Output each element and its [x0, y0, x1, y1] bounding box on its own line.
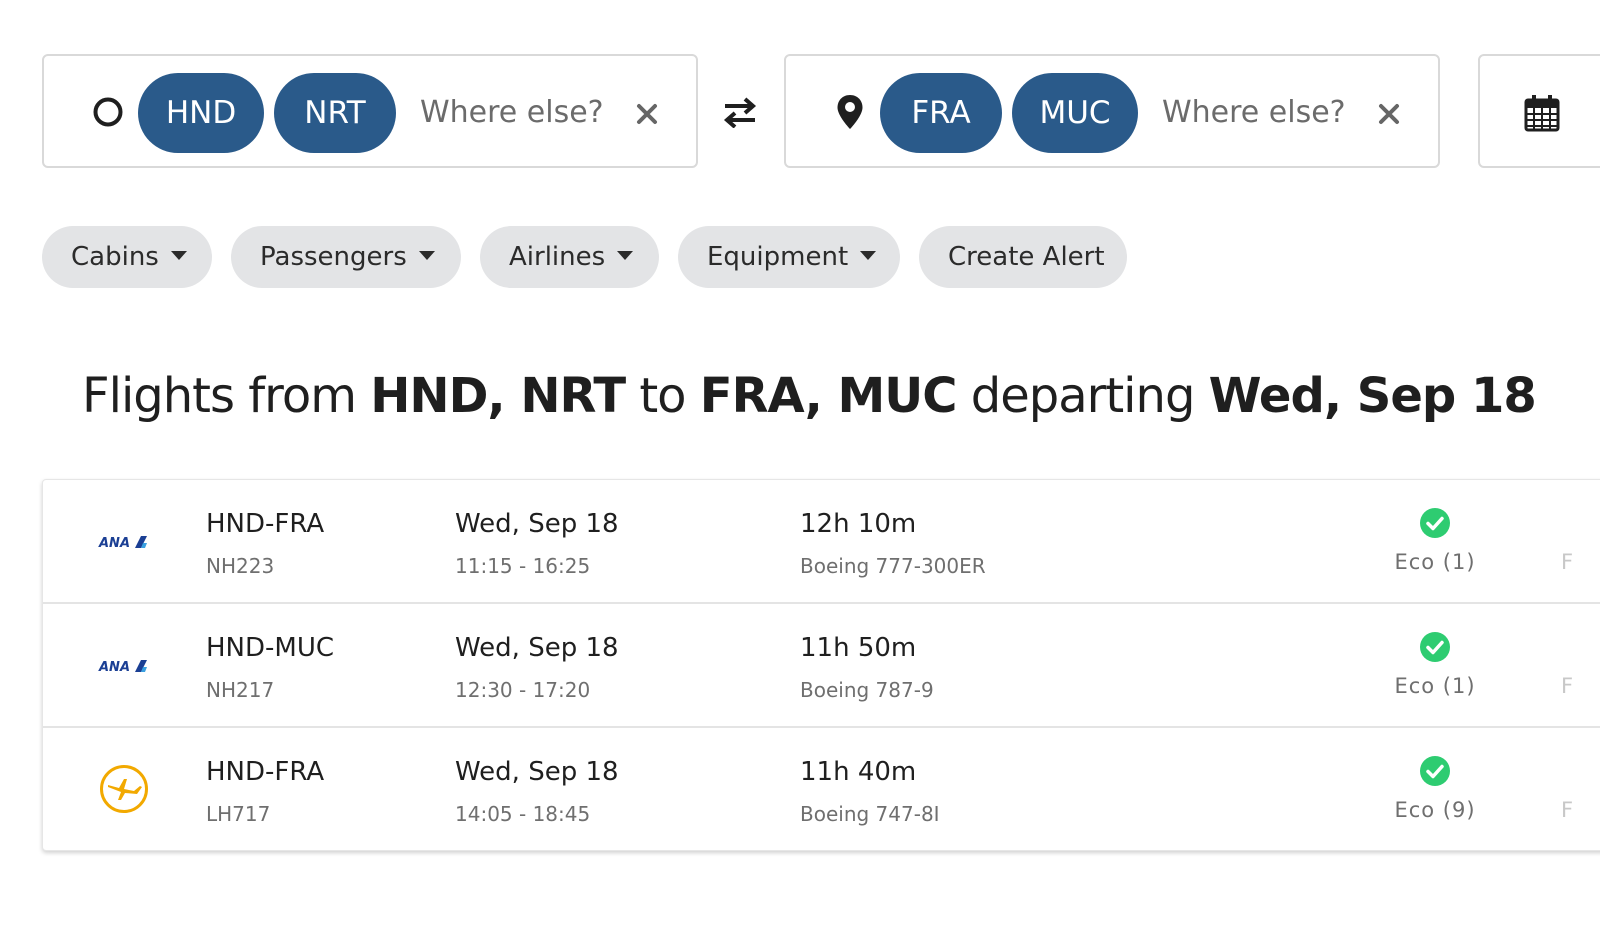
aircraft: Boeing 777-300ER	[800, 554, 986, 578]
route: HND-FRA	[206, 509, 325, 539]
route: HND-FRA	[206, 757, 325, 787]
origin-chip-nrt[interactable]: NRT	[274, 73, 396, 153]
results-heading: Flights from HND, NRT to FRA, MUC depart…	[82, 368, 1537, 424]
destination-chip-fra[interactable]: FRA	[880, 73, 1002, 153]
flight-date: Wed, Sep 18	[455, 509, 619, 539]
heading-destinations: FRA, MUC	[699, 368, 958, 424]
flight-results-list: ANA HND-FRA NH223 Wed, Sep 18 11:15 - 16…	[42, 479, 1600, 851]
circle-outline-icon	[92, 96, 124, 132]
destination-chip-muc[interactable]: MUC	[1012, 73, 1138, 153]
airlines-filter-label: Airlines	[509, 242, 606, 272]
check-circle-icon	[1420, 508, 1450, 542]
ana-logo: ANA	[97, 654, 149, 680]
calendar-icon	[1524, 94, 1560, 136]
origin-search-input[interactable]	[420, 86, 610, 138]
caret-down-icon	[860, 251, 877, 260]
flight-date: Wed, Sep 18	[455, 633, 619, 663]
flight-row[interactable]: ANA HND-MUC NH217 Wed, Sep 18 12:30 - 17…	[43, 604, 1600, 728]
origin-clear-icon[interactable]	[634, 101, 660, 127]
flight-times: 12:30 - 17:20	[455, 678, 591, 702]
cabin-availability-next: F	[1561, 674, 1574, 698]
ana-logo: ANA	[97, 530, 149, 556]
heading-departing: departing	[956, 368, 1209, 424]
cabin-availability: Eco (9)	[1394, 798, 1476, 822]
cabins-filter-label: Cabins	[71, 242, 159, 272]
date-field[interactable]	[1478, 54, 1600, 168]
svg-text:ANA: ANA	[98, 660, 130, 675]
svg-text:ANA: ANA	[98, 536, 130, 551]
aircraft: Boeing 787-9	[800, 678, 934, 702]
destination-search-input[interactable]	[1162, 86, 1352, 138]
equipment-filter-button[interactable]: Equipment	[678, 226, 900, 288]
flight-duration: 11h 50m	[800, 633, 917, 663]
flight-row[interactable]: HND-FRA LH717 Wed, Sep 18 14:05 - 18:45 …	[43, 728, 1600, 852]
destination-clear-icon[interactable]	[1376, 101, 1402, 127]
flight-times: 11:15 - 16:25	[455, 554, 591, 578]
create-alert-button[interactable]: Create Alert	[919, 226, 1127, 288]
passengers-filter-button[interactable]: Passengers	[231, 226, 461, 288]
flight-duration: 12h 10m	[800, 509, 917, 539]
create-alert-label: Create Alert	[948, 242, 1105, 272]
cabins-filter-button[interactable]: Cabins	[42, 226, 212, 288]
airlines-filter-button[interactable]: Airlines	[480, 226, 659, 288]
cabin-availability-next: F	[1561, 550, 1574, 574]
map-pin-icon	[836, 94, 864, 134]
equipment-filter-label: Equipment	[707, 242, 849, 272]
flight-number: NH217	[206, 678, 275, 702]
lufthansa-logo	[99, 764, 149, 818]
passengers-filter-label: Passengers	[260, 242, 407, 272]
aircraft: Boeing 747-8I	[800, 802, 940, 826]
caret-down-icon	[170, 251, 187, 260]
swap-arrows-icon[interactable]	[722, 96, 758, 132]
check-circle-icon	[1420, 756, 1450, 790]
heading-date: Wed, Sep 18	[1208, 368, 1537, 424]
origin-field[interactable]: HND NRT	[42, 54, 698, 168]
cabin-availability: Eco (1)	[1394, 550, 1476, 574]
flight-row[interactable]: ANA HND-FRA NH223 Wed, Sep 18 11:15 - 16…	[43, 480, 1600, 604]
route: HND-MUC	[206, 633, 335, 663]
heading-to: to	[625, 368, 700, 424]
caret-down-icon	[617, 251, 634, 260]
flight-date: Wed, Sep 18	[455, 757, 619, 787]
heading-origins: HND, NRT	[370, 368, 626, 424]
check-circle-icon	[1420, 632, 1450, 666]
flight-number: LH717	[206, 802, 271, 826]
heading-prefix: Flights from	[82, 368, 371, 424]
flight-number: NH223	[206, 554, 275, 578]
cabin-availability-next: F	[1561, 798, 1574, 822]
cabin-availability: Eco (1)	[1394, 674, 1476, 698]
origin-chip-hnd[interactable]: HND	[138, 73, 264, 153]
destination-field[interactable]: FRA MUC	[784, 54, 1440, 168]
caret-down-icon	[418, 251, 435, 260]
flight-times: 14:05 - 18:45	[455, 802, 591, 826]
flight-duration: 11h 40m	[800, 757, 917, 787]
